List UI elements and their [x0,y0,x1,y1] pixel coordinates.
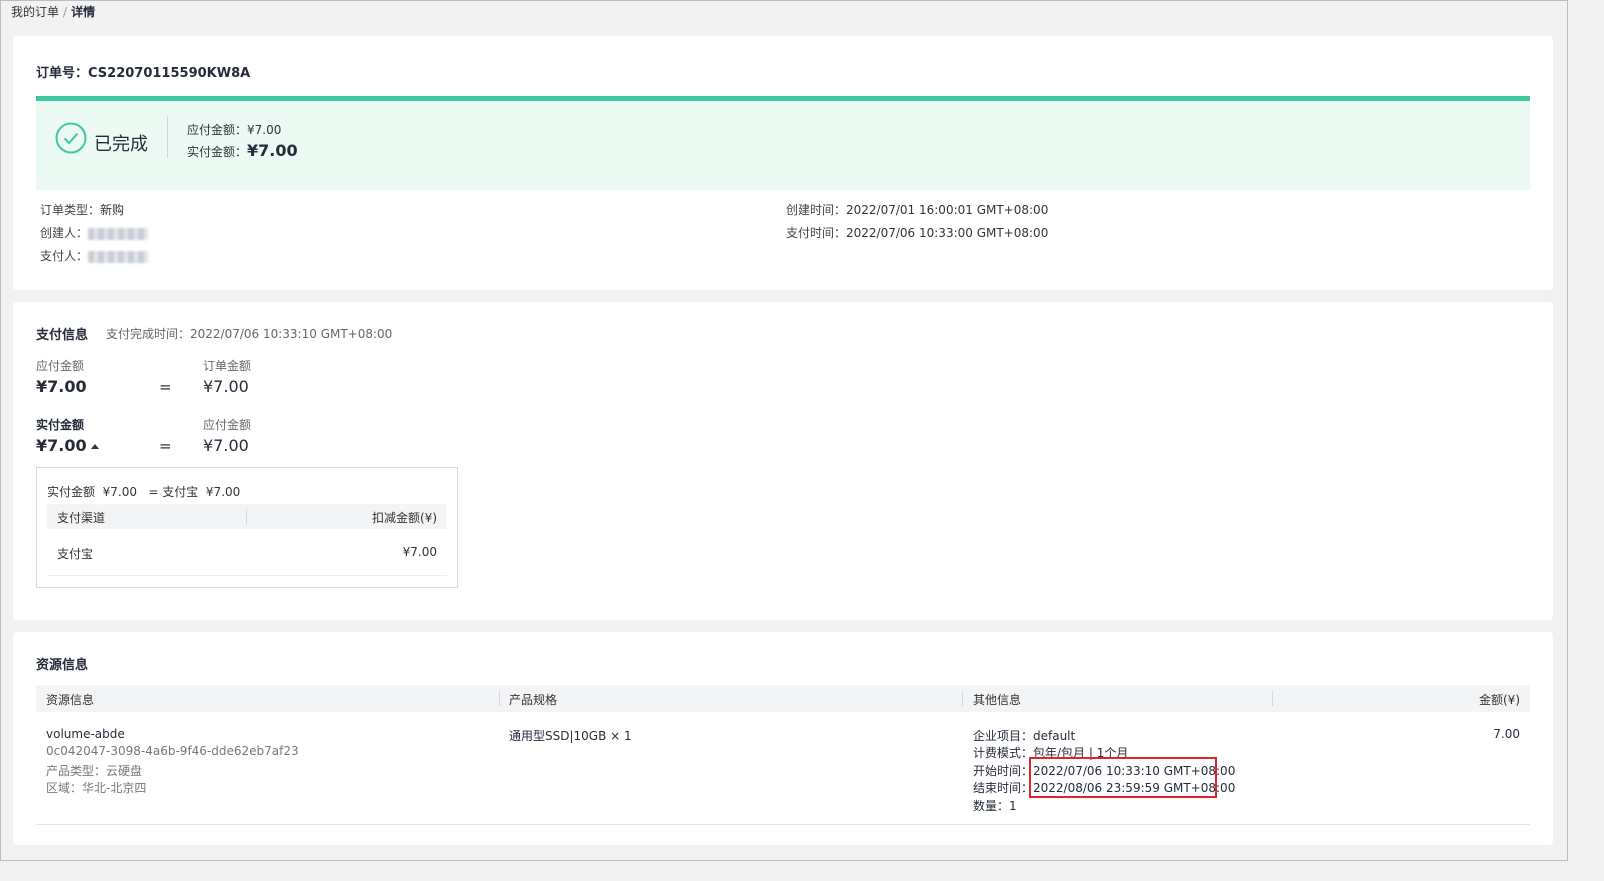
page-frame: 我的订单 / 详情 订单号：CS22070115590KW8A 已完成 应付金额：¥… [0,0,1568,861]
order-type-value: 新购 [100,203,125,217]
payment-title: 支付信息 [36,328,89,343]
order-number: 订单号：CS22070115590KW8A [36,62,250,81]
region: 区域：华北-北京四 [46,781,147,795]
order-type-label: 订单类型： [40,203,101,217]
actual-amount-label: 实付金额： [187,145,248,159]
create-time-label: 创建时间： [786,203,847,217]
end-time-label: 结束时间： [973,781,1034,795]
product-type: 产品类型：云硬盘 [46,764,143,778]
breakdown-summary: 实付金额 ¥7.00 = 支付宝 ¥7.00 [47,485,241,499]
payment-card: 支付信息 支付完成时间：2022/07/06 10:33:10 GMT+08:0… [13,302,1553,620]
col-product-spec: 产品规格 [509,693,558,707]
column-divider [246,509,247,524]
resource-id: 0c042047-3098-4a6b-9f46-dde62eb7af23 [46,744,299,758]
quantity: 数量：1 [973,799,1017,813]
actual-amount: 实付金额：¥7.00 [187,141,298,160]
start-time-label: 开始时间： [973,764,1034,778]
actual-big-value-text: ¥7.00 [36,436,87,455]
col-resource-info: 资源信息 [46,693,95,707]
creator-label: 创建人： [40,226,89,240]
order-number-label: 订单号： [36,66,89,81]
order-amount-value: ¥7.00 [203,377,249,396]
actual-big-value[interactable]: ¥7.00 [36,436,99,455]
actual-amount-value: ¥7.00 [247,141,298,160]
breakdown-table-header: 支付渠道 扣减金额(¥) [47,504,447,529]
status-banner: 已完成 应付金额：¥7.00 实付金额：¥7.00 [36,96,1530,190]
check-circle-icon [55,122,87,154]
breadcrumb-separator: / [63,5,68,19]
pay-time-label: 支付时间： [786,226,847,240]
payable-amount: 应付金额：¥7.00 [187,121,281,138]
order-type: 订单类型：新购 [40,201,124,218]
breadcrumb-my-orders[interactable]: 我的订单 [11,5,59,19]
pay-time: 支付时间：2022/07/06 10:33:00 GMT+08:00 [786,224,1048,241]
payable-value-2: ¥7.00 [203,436,249,455]
breadcrumb-current: 详情 [71,5,96,19]
payment-complete-time: 支付完成时间：2022/07/06 10:33:10 GMT+08:00 [106,327,393,341]
resource-name: volume-abde [46,727,125,741]
resource-card: 资源信息 资源信息 产品规格 其他信息 金额(¥) volume-abde 0c… [13,632,1553,845]
payable-caption-2: 应付金额 [203,418,252,432]
caret-up-icon[interactable] [90,444,99,449]
payable-caption: 应付金额 [36,359,85,373]
actual-caption: 实付金额 [36,418,85,432]
product-spec: 通用型SSD|10GB × 1 [509,729,632,743]
equals-sign: = [159,437,172,455]
payable-big-value: ¥7.00 [36,377,87,396]
creator-value-redacted [88,227,149,240]
order-amount-caption: 订单金额 [203,359,252,373]
col-pay-channel: 支付渠道 [57,511,106,525]
payer-value-redacted [88,250,149,263]
resource-table-header: 资源信息 产品规格 其他信息 金额(¥) [36,685,1530,712]
pay-time-value: 2022/07/06 10:33:00 GMT+08:00 [846,226,1049,240]
create-time: 创建时间：2022/07/01 16:00:01 GMT+08:00 [786,201,1048,218]
col-other-info: 其他信息 [973,693,1022,707]
status-divider [167,116,168,158]
order-number-value: CS22070115590KW8A [88,66,251,81]
payer: 支付人： [40,247,149,264]
deduct-amount-cell: ¥7.00 [402,545,437,559]
resource-amount: 7.00 [1493,727,1520,741]
column-divider [499,691,500,706]
column-divider [962,691,963,706]
enterprise-project: 企业项目：default [973,729,1076,743]
table-row: 支付宝 ¥7.00 [47,530,447,576]
breadcrumb: 我的订单 / 详情 [11,3,95,20]
table-row: volume-abde 0c042047-3098-4a6b-9f46-dde6… [36,712,1530,825]
col-amount: 金额(¥) [1479,693,1520,707]
payment-breakdown-popover: 实付金额 ¥7.00 = 支付宝 ¥7.00 支付渠道 扣减金额(¥) 支付宝 … [36,467,458,588]
highlight-box [1029,757,1217,798]
creator: 创建人： [40,224,149,241]
payer-label: 支付人： [40,249,89,263]
payable-amount-label: 应付金额： [187,123,248,137]
pay-channel-cell: 支付宝 [57,547,94,561]
resource-title: 资源信息 [36,658,89,673]
column-divider [1272,691,1273,706]
order-card: 订单号：CS22070115590KW8A 已完成 应付金额：¥7.00 实付金… [13,36,1553,290]
create-time-value: 2022/07/01 16:00:01 GMT+08:00 [846,203,1049,217]
col-deduct-amount: 扣减金额(¥) [372,511,437,525]
payable-amount-value: ¥7.00 [247,123,282,137]
equals-sign: = [159,378,172,396]
order-status: 已完成 [94,134,148,155]
